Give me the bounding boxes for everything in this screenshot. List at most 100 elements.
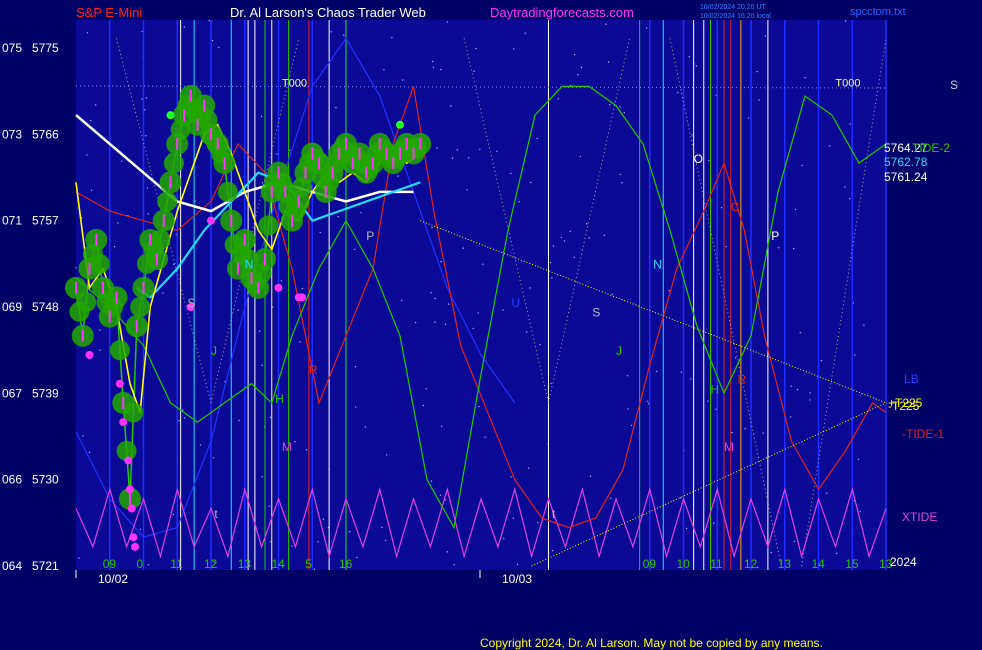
star-dot [679, 497, 682, 499]
star-dot [178, 419, 180, 422]
star-dot [194, 200, 196, 202]
star-dot [482, 263, 484, 265]
cycle-letter: N [653, 258, 662, 272]
x-tick: 15 [845, 557, 859, 571]
timestamp-local: 10/02/2024 16:20 local [700, 13, 771, 20]
cycle-letter: M [724, 440, 734, 454]
star-dot [237, 309, 239, 311]
cycle-letter: P [771, 229, 779, 243]
star-dot [422, 404, 425, 407]
star-dot [145, 135, 147, 137]
star-dot [764, 35, 767, 37]
right-series-label: LB [904, 372, 919, 386]
star-dot [147, 213, 150, 215]
star-dot [708, 159, 710, 162]
symbol-title: S&P E-Mini [76, 5, 142, 20]
star-dot [579, 155, 582, 158]
star-dot [647, 400, 649, 403]
star-dot [690, 378, 692, 380]
star-dot [199, 444, 202, 446]
star-dot [172, 513, 175, 516]
star-dot [147, 564, 150, 566]
star-dot [462, 247, 464, 249]
star-dot [747, 117, 750, 119]
star-dot [453, 564, 455, 566]
star-dot [144, 109, 146, 111]
right-series-label: 2024 [890, 555, 917, 569]
star-dot [563, 240, 566, 242]
price-bubble [258, 215, 279, 236]
star-dot [451, 157, 454, 159]
star-dot [573, 53, 576, 56]
star-dot [502, 309, 504, 311]
copyright: Copyright 2024, Dr. Al Larson. May not b… [480, 636, 823, 650]
star-dot [569, 230, 571, 233]
star-dot [588, 237, 590, 239]
star-dot [707, 400, 709, 402]
star-dot [691, 134, 693, 136]
site-url: Daytradingforecasts.com [490, 5, 634, 20]
star-dot [731, 431, 733, 434]
right-series-label: S [950, 78, 958, 92]
star-dot [280, 280, 283, 282]
star-dot [446, 21, 449, 23]
cycle-letter: R [309, 363, 318, 377]
star-dot [434, 297, 436, 300]
star-dot [440, 425, 443, 428]
star-dot [260, 115, 263, 118]
star-dot [630, 424, 633, 427]
star-dot [524, 32, 526, 34]
star-dot [677, 91, 679, 94]
star-dot [472, 327, 474, 330]
star-dot [484, 436, 486, 438]
star-dot [516, 563, 519, 566]
star-dot [611, 293, 613, 296]
star-dot [799, 331, 801, 334]
star-dot [447, 303, 450, 305]
star-dot [510, 172, 512, 175]
star-dot [383, 69, 385, 71]
star-dot [141, 30, 143, 33]
price-bubble [150, 229, 171, 250]
x-tick: 12 [204, 557, 218, 571]
star-dot [585, 223, 588, 225]
timestamp-ut: 10/02/2024 20:20 UT [700, 4, 766, 11]
star-dot [713, 522, 715, 524]
star-dot [627, 408, 629, 410]
cycle-letter: H [275, 392, 284, 406]
star-dot [90, 189, 93, 192]
star-dot [425, 388, 428, 390]
x-tick: 09 [643, 557, 657, 571]
cycle-letter: J [211, 344, 217, 358]
cycle-letter: O [694, 152, 703, 166]
star-dot [725, 245, 727, 248]
x-tick: 14 [272, 557, 286, 571]
date-label: 10/03 [502, 572, 532, 586]
star-dot [317, 541, 319, 543]
star-dot [857, 458, 860, 460]
star-dot [790, 385, 792, 387]
star-dot [849, 123, 851, 125]
y-tick-inner: 5739 [32, 386, 59, 400]
star-dot [78, 557, 80, 559]
star-dot [319, 231, 321, 234]
star-dot [431, 60, 434, 63]
star-dot [560, 236, 563, 239]
star-dot [360, 211, 362, 214]
star-dot [758, 99, 760, 101]
star-dot [536, 137, 538, 140]
star-dot [503, 538, 505, 540]
star-dot [479, 148, 481, 150]
star-dot [356, 556, 358, 559]
star-dot [294, 440, 296, 443]
star-dot [756, 70, 758, 73]
star-dot [551, 549, 554, 552]
right-series-label: -T225 [888, 399, 920, 413]
star-dot [291, 545, 293, 547]
y-tick-inner: 5775 [32, 41, 59, 55]
star-dot [301, 287, 304, 290]
star-dot [444, 499, 447, 501]
low-marker [115, 379, 124, 388]
y-tick-outer: 069 [2, 300, 22, 314]
cycle-letter: C [731, 200, 740, 214]
